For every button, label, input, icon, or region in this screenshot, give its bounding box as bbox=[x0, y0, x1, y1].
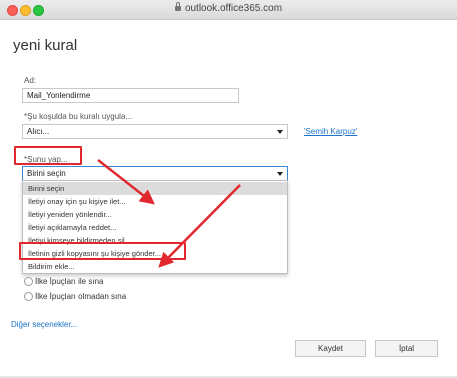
name-label: Ad: bbox=[24, 76, 37, 85]
condition-select[interactable]: Alıcı... bbox=[22, 124, 288, 139]
dropdown-option[interactable]: İletiyi onay için şu kişiye ilet... bbox=[23, 195, 287, 208]
recipient-link[interactable]: 'Semih Karpuz' bbox=[304, 127, 357, 136]
dropdown-option[interactable]: İletiyi yeniden yönlendir... bbox=[23, 208, 287, 221]
annotation-box-bcc-option bbox=[19, 242, 186, 260]
radio-label: İlke İpuçları ile sına bbox=[35, 277, 104, 286]
rule-name-input[interactable]: Mail_Yonlendirme bbox=[22, 88, 239, 103]
radio-button[interactable] bbox=[24, 292, 33, 302]
radio-label: İlke İpuçları olmadan sına bbox=[35, 292, 127, 301]
address-display: outlook.office365.com bbox=[0, 2, 457, 14]
condition-label: *Şu koşulda bu kuralı uygula... bbox=[24, 112, 133, 121]
dropdown-option[interactable]: İletiyi açıklamayla reddet... bbox=[23, 221, 287, 234]
radio-button[interactable] bbox=[24, 277, 33, 287]
action-select-value: Birini seçin bbox=[27, 169, 66, 178]
action-select[interactable]: Birini seçin bbox=[22, 166, 288, 181]
annotation-box-action-label bbox=[14, 146, 82, 165]
cancel-button[interactable]: İptal bbox=[375, 340, 438, 357]
lock-icon bbox=[174, 2, 181, 11]
dropdown-option[interactable]: Birini seçin bbox=[23, 182, 287, 195]
save-button[interactable]: Kaydet bbox=[295, 340, 366, 357]
dropdown-option[interactable]: Bildirim ekle... bbox=[23, 260, 287, 273]
chevron-down-icon bbox=[277, 172, 283, 176]
page-title: yeni kural bbox=[13, 37, 78, 54]
condition-select-value: Alıcı... bbox=[27, 127, 50, 136]
url-text: outlook.office365.com bbox=[184, 3, 283, 14]
window-titlebar: outlook.office365.com bbox=[0, 0, 457, 20]
radio-no-policy-tips[interactable]: İlke İpuçları olmadan sına bbox=[24, 292, 127, 302]
more-options-link[interactable]: Diğer seçenekler... bbox=[11, 320, 77, 329]
radio-policy-tips[interactable]: İlke İpuçları ile sına bbox=[24, 277, 104, 287]
chevron-down-icon bbox=[277, 130, 283, 134]
